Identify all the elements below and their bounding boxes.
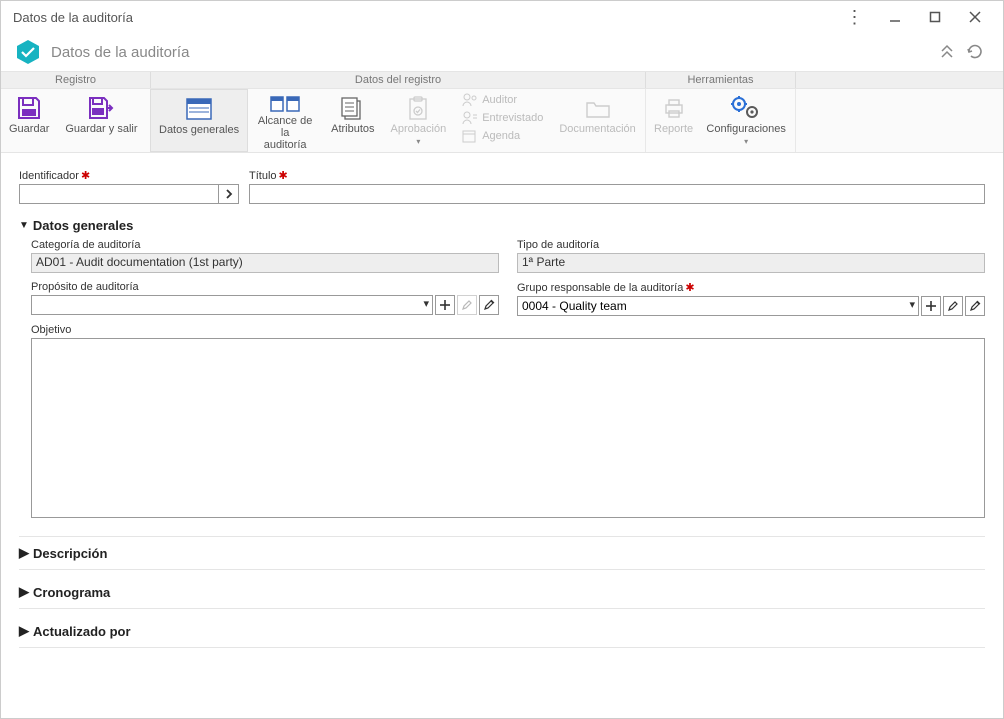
tipo-value: 1ª Parte [517, 253, 985, 273]
ribbon-group-datos-registro: Datos del registro [151, 72, 646, 88]
reporte-label: Reporte [654, 123, 693, 135]
save-icon [16, 93, 42, 123]
atributos-button[interactable]: Atributos [323, 89, 382, 152]
alcance-label: Alcance de la auditoría [255, 115, 315, 151]
people-buttons: Auditor Entrevistado Agenda [454, 89, 551, 152]
titlebar: Datos de la auditoría ⋮ [1, 1, 1003, 33]
close-button[interactable] [955, 1, 995, 33]
kebab-menu-icon[interactable]: ⋮ [835, 7, 875, 28]
identificador-label: Identificador [19, 170, 79, 182]
auditor-label: Auditor [482, 94, 517, 106]
section-actualizado-toggle[interactable]: ▶ Actualizado por [19, 615, 985, 648]
ribbon-group-herramientas: Herramientas [646, 72, 796, 88]
gears-icon [731, 93, 761, 123]
titulo-input[interactable] [249, 184, 985, 204]
chevron-down-icon: ▾ [416, 136, 420, 148]
required-icon: ✱ [279, 169, 288, 182]
datos-generales-label: Datos generales [159, 124, 239, 136]
objetivo-label: Objetivo [31, 324, 71, 336]
section-title: Cronograma [33, 585, 110, 600]
section-datos-generales-toggle[interactable]: ▼ Datos generales [19, 218, 985, 233]
page-title: Datos de la auditoría [51, 44, 189, 61]
interviewed-icon [462, 111, 478, 125]
chevron-down-icon: ▾ [744, 136, 748, 148]
maximize-button[interactable] [915, 1, 955, 33]
scope-icon [270, 93, 300, 115]
window-title: Datos de la auditoría [13, 10, 835, 25]
section-cronograma-toggle[interactable]: ▶ Cronograma [19, 576, 985, 609]
collapse-up-icon[interactable] [933, 38, 961, 66]
edit-button [457, 295, 477, 315]
grupo-select[interactable] [517, 296, 919, 316]
form-icon [186, 94, 212, 124]
ribbon-group-registro: Registro [1, 72, 151, 88]
section-title: Datos generales [33, 218, 133, 233]
proposito-label: Propósito de auditoría [31, 281, 139, 293]
printer-icon [662, 93, 686, 123]
folder-icon [585, 93, 611, 123]
documentacion-label: Documentación [559, 123, 635, 135]
ribbon-group-bar: Registro Datos del registro Herramientas [1, 71, 1003, 89]
subheader: Datos de la auditoría [1, 33, 1003, 71]
required-icon: ✱ [81, 169, 90, 182]
objetivo-textarea[interactable] [31, 338, 985, 518]
configuraciones-label: Configuraciones [706, 123, 786, 135]
identificador-lookup-button[interactable] [219, 184, 239, 204]
required-icon: ✱ [685, 281, 694, 294]
aprobacion-button: Aprobación ▾ [383, 89, 455, 152]
form-body: Identificador ✱ Título ✱ ▼ Datos general… [1, 153, 1003, 656]
alcance-button[interactable]: Alcance de la auditoría [247, 89, 323, 152]
grupo-label: Grupo responsable de la auditoría [517, 282, 683, 294]
caret-down-icon: ▼ [19, 220, 29, 231]
add-button[interactable] [435, 295, 455, 315]
atributos-label: Atributos [331, 123, 374, 135]
reporte-button: Reporte [646, 89, 701, 152]
caret-right-icon: ▶ [19, 623, 29, 639]
ribbon: Guardar Guardar y salir Datos generales … [1, 89, 1003, 153]
caret-right-icon: ▶ [19, 584, 29, 600]
caret-right-icon: ▶ [19, 545, 29, 561]
aprobacion-label: Aprobación [391, 123, 447, 135]
datos-generales-button[interactable]: Datos generales [150, 89, 248, 152]
approval-icon [407, 93, 429, 123]
minimize-button[interactable] [875, 1, 915, 33]
refresh-icon[interactable] [961, 38, 989, 66]
section-descripcion-toggle[interactable]: ▶ Descripción [19, 536, 985, 570]
titulo-label: Título [249, 170, 277, 182]
agenda-label: Agenda [482, 130, 520, 142]
save-exit-icon [87, 93, 115, 123]
clear-button[interactable] [965, 296, 985, 316]
entrevistado-label: Entrevistado [482, 112, 543, 124]
save-label: Guardar [9, 123, 49, 135]
attributes-icon [340, 93, 366, 123]
tipo-label: Tipo de auditoría [517, 239, 599, 251]
clear-button[interactable] [479, 295, 499, 315]
save-exit-label: Guardar y salir [65, 123, 137, 135]
save-exit-button[interactable]: Guardar y salir [57, 89, 145, 152]
proposito-select[interactable] [31, 295, 433, 315]
identificador-input[interactable] [19, 184, 219, 204]
section-title: Descripción [33, 546, 107, 561]
section-title: Actualizado por [33, 624, 131, 639]
edit-button[interactable] [943, 296, 963, 316]
agenda-icon [462, 129, 478, 143]
categoria-label: Categoría de auditoría [31, 239, 140, 251]
auditor-icon [462, 93, 478, 107]
documentacion-button: Documentación [551, 89, 643, 152]
app-logo-icon [15, 39, 41, 65]
save-button[interactable]: Guardar [1, 89, 57, 152]
configuraciones-button[interactable]: Configuraciones ▾ [701, 89, 791, 152]
categoria-value: AD01 - Audit documentation (1st party) [31, 253, 499, 273]
add-button[interactable] [921, 296, 941, 316]
